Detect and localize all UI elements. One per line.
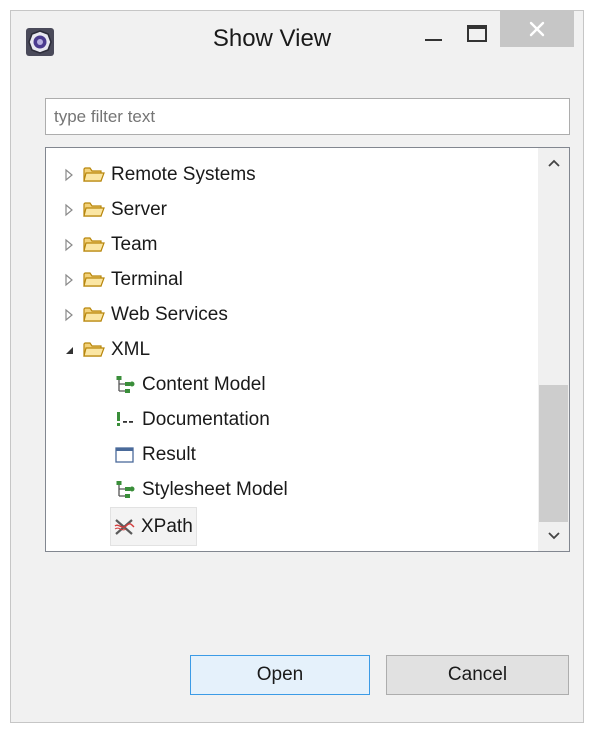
expanded-arrow-icon[interactable] <box>62 343 76 357</box>
tree-item-label: XPath <box>141 515 193 537</box>
folder-icon <box>83 201 105 217</box>
close-button[interactable] <box>500 11 574 47</box>
tree-item-label: Result <box>142 443 196 465</box>
scroll-up-button[interactable] <box>538 148 569 178</box>
tree-item-team[interactable]: Team <box>62 228 157 261</box>
tree-nodes-icon <box>116 375 135 393</box>
folder-icon <box>83 271 105 287</box>
vertical-scrollbar[interactable] <box>538 148 569 551</box>
tree-item-web-services[interactable]: Web Services <box>62 298 228 331</box>
collapsed-arrow-icon[interactable] <box>62 308 76 322</box>
cancel-button[interactable]: Cancel <box>386 655 569 695</box>
scroll-down-button[interactable] <box>538 521 569 551</box>
tree-item-label: Team <box>111 233 158 255</box>
tree-item-label: Terminal <box>111 268 183 290</box>
tree-item-label: XML <box>111 338 151 360</box>
folder-icon <box>83 306 105 322</box>
collapsed-arrow-icon[interactable] <box>62 203 76 217</box>
tree-item-label: Stylesheet Model <box>142 478 288 500</box>
tree-item-xml[interactable]: XML <box>62 333 150 366</box>
tree-item-server[interactable]: Server <box>62 193 167 226</box>
tree-item-documentation[interactable]: Documentation <box>114 403 270 436</box>
folder-icon <box>83 236 105 252</box>
tree-nodes-icon <box>116 480 135 498</box>
tree-item-result[interactable]: Result <box>114 438 196 471</box>
dialog-title: Show View <box>212 25 332 52</box>
tree-item-label: Server <box>111 198 167 220</box>
chevron-down-icon <box>547 532 560 540</box>
folder-icon <box>83 166 105 182</box>
chevron-up-icon <box>547 159 560 167</box>
minimize-icon <box>425 39 442 41</box>
maximize-button[interactable] <box>459 19 495 53</box>
view-tree: Remote Systems Server Team Terminal Web … <box>45 147 570 552</box>
xpath-icon <box>114 518 135 535</box>
collapsed-arrow-icon[interactable] <box>62 273 76 287</box>
open-folder-icon <box>83 341 105 357</box>
show-view-dialog: Show View type filter text Remote System… <box>10 10 584 723</box>
window-icon <box>115 446 134 463</box>
tree-item-stylesheet-model[interactable]: Stylesheet Model <box>114 473 288 506</box>
scrollbar-thumb[interactable] <box>539 385 568 522</box>
minimize-button[interactable] <box>416 19 452 53</box>
tree-item-xpath[interactable]: XPath <box>110 507 197 546</box>
open-button[interactable]: Open <box>190 655 370 695</box>
collapsed-arrow-icon[interactable] <box>62 238 76 252</box>
maximize-icon <box>467 25 487 42</box>
close-icon <box>529 21 545 37</box>
title-bar[interactable]: Show View <box>11 11 583 81</box>
collapsed-arrow-icon[interactable] <box>62 168 76 182</box>
tree-item-label: Web Services <box>111 303 228 325</box>
tree-item-terminal[interactable]: Terminal <box>62 263 183 296</box>
tree-item-label: Content Model <box>142 373 266 395</box>
tree-item-content-model[interactable]: Content Model <box>114 368 266 401</box>
tree-item-label: Documentation <box>142 408 270 430</box>
tree-item-label: Remote Systems <box>111 163 256 185</box>
tree-item-remote-systems[interactable]: Remote Systems <box>62 158 256 191</box>
filter-input[interactable] <box>45 98 570 135</box>
xml-comment-icon <box>117 411 133 426</box>
